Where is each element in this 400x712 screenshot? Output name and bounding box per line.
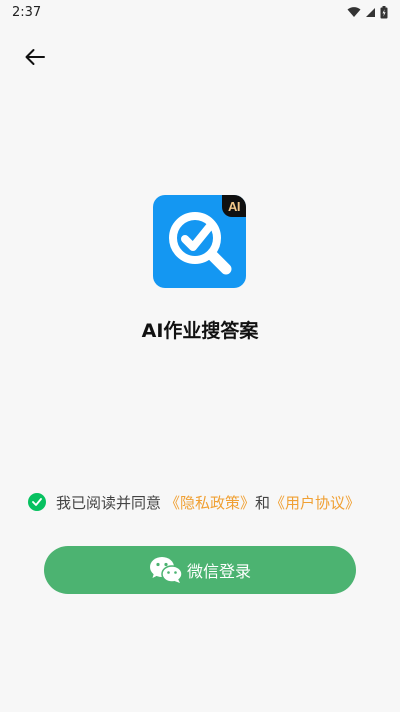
cellular-icon <box>365 7 376 18</box>
status-time: 2:37 <box>12 4 42 20</box>
wechat-login-button[interactable]: 微信登录 <box>44 546 356 594</box>
agreement-conjunction: 和 <box>255 493 271 512</box>
ai-badge: AI <box>222 195 246 217</box>
wechat-login-label: 微信登录 <box>186 562 251 581</box>
status-icons <box>347 5 388 19</box>
wifi-icon <box>347 6 361 18</box>
privacy-policy-link[interactable]: 《隐私政策》 <box>165 492 255 513</box>
wechat-icon <box>149 556 183 584</box>
agree-checkbox[interactable] <box>28 493 46 511</box>
agreement-prefix: 我已阅读并同意 <box>56 493 162 512</box>
app-logo: AI <box>153 195 246 288</box>
arrow-left-icon <box>24 48 46 70</box>
app-name: AI作业搜答案 <box>141 320 259 342</box>
back-button[interactable] <box>18 44 52 74</box>
user-agreement-link[interactable]: 《用户协议》 <box>270 492 360 513</box>
status-bar: 2:37 <box>0 0 400 24</box>
checkmark-icon <box>32 498 42 506</box>
agreement-row: 我已阅读并同意 《隐私政策》 和 《用户协议》 <box>28 491 360 513</box>
battery-icon <box>380 5 388 19</box>
